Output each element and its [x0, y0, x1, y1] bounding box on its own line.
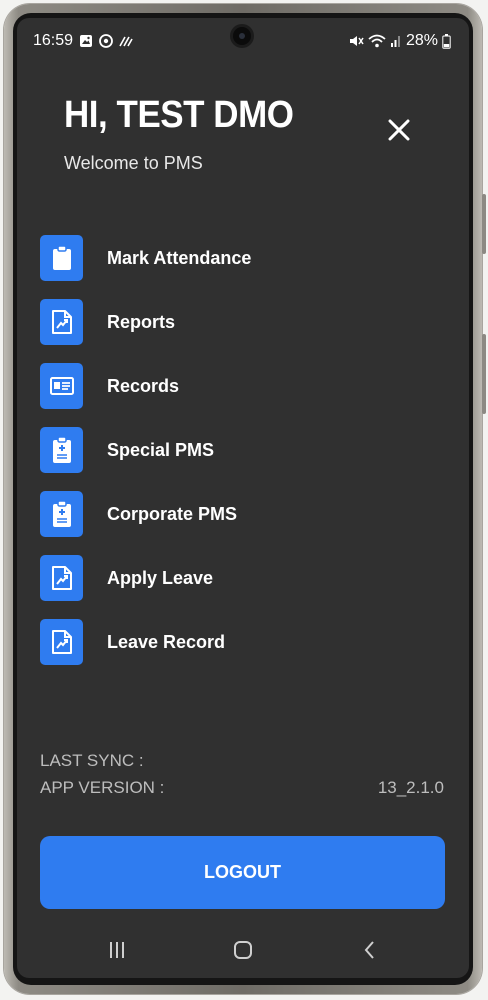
messenger-icon [99, 34, 113, 48]
id-card-icon [40, 363, 83, 409]
menu-item-label: Records [107, 375, 180, 396]
logout-button[interactable]: LOGOUT [40, 836, 445, 909]
power-button [482, 334, 486, 414]
menu-item-label: Reports [107, 311, 176, 332]
medical-clipboard-icon [40, 427, 83, 473]
menu-item-reports[interactable]: Reports [40, 297, 440, 347]
app-version-value: 13_2.1.0 [377, 778, 444, 797]
menu-item-label: Apply Leave [107, 567, 214, 588]
status-time: 16:59 [33, 32, 74, 49]
front-camera [233, 27, 251, 45]
app-version-label: APP VERSION : [40, 778, 165, 797]
menu-item-mark-attendance[interactable]: Mark Attendance [40, 233, 440, 283]
volume-button [482, 194, 486, 254]
signal-wave-icon [119, 36, 133, 47]
menu-item-label: Mark Attendance [107, 247, 252, 268]
back-icon [364, 941, 374, 959]
battery-icon [442, 33, 451, 49]
recent-apps-button[interactable] [102, 936, 132, 964]
close-button[interactable] [385, 116, 413, 144]
last-sync-label: LAST SYNC : [40, 751, 144, 770]
welcome-text: Welcome to PMS [64, 153, 203, 173]
greeting-title: HI, TEST DMO [64, 94, 294, 136]
menu-item-records[interactable]: Records [40, 361, 440, 411]
gallery-icon [80, 35, 93, 47]
report-chart-icon [40, 619, 83, 665]
menu-item-label: Special PMS [107, 439, 215, 460]
back-button[interactable] [355, 936, 385, 964]
menu-item-leave-record[interactable]: Leave Record [40, 617, 440, 667]
menu-item-special-pms[interactable]: Special PMS [40, 425, 440, 475]
report-chart-icon [40, 555, 83, 601]
menu-item-apply-leave[interactable]: Apply Leave [40, 553, 440, 603]
home-icon [234, 941, 252, 959]
clipboard-icon [40, 235, 83, 281]
cell-signal-icon [390, 36, 400, 47]
close-icon [388, 119, 410, 141]
report-chart-icon [40, 299, 83, 345]
home-button[interactable] [228, 936, 258, 964]
menu-item-corporate-pms[interactable]: Corporate PMS [40, 489, 440, 539]
menu-item-label: Corporate PMS [107, 503, 238, 524]
mute-icon [349, 36, 364, 46]
medical-clipboard-icon [40, 491, 83, 537]
screen: 16:59 28% HI, TEST DMO Welcome to PMS Ma… [17, 18, 469, 978]
recent-apps-icon [110, 942, 124, 958]
menu-item-label: Leave Record [107, 631, 226, 652]
wifi-icon [368, 34, 386, 48]
system-nav-bar [17, 930, 469, 970]
battery-percent: 28% [405, 32, 438, 49]
